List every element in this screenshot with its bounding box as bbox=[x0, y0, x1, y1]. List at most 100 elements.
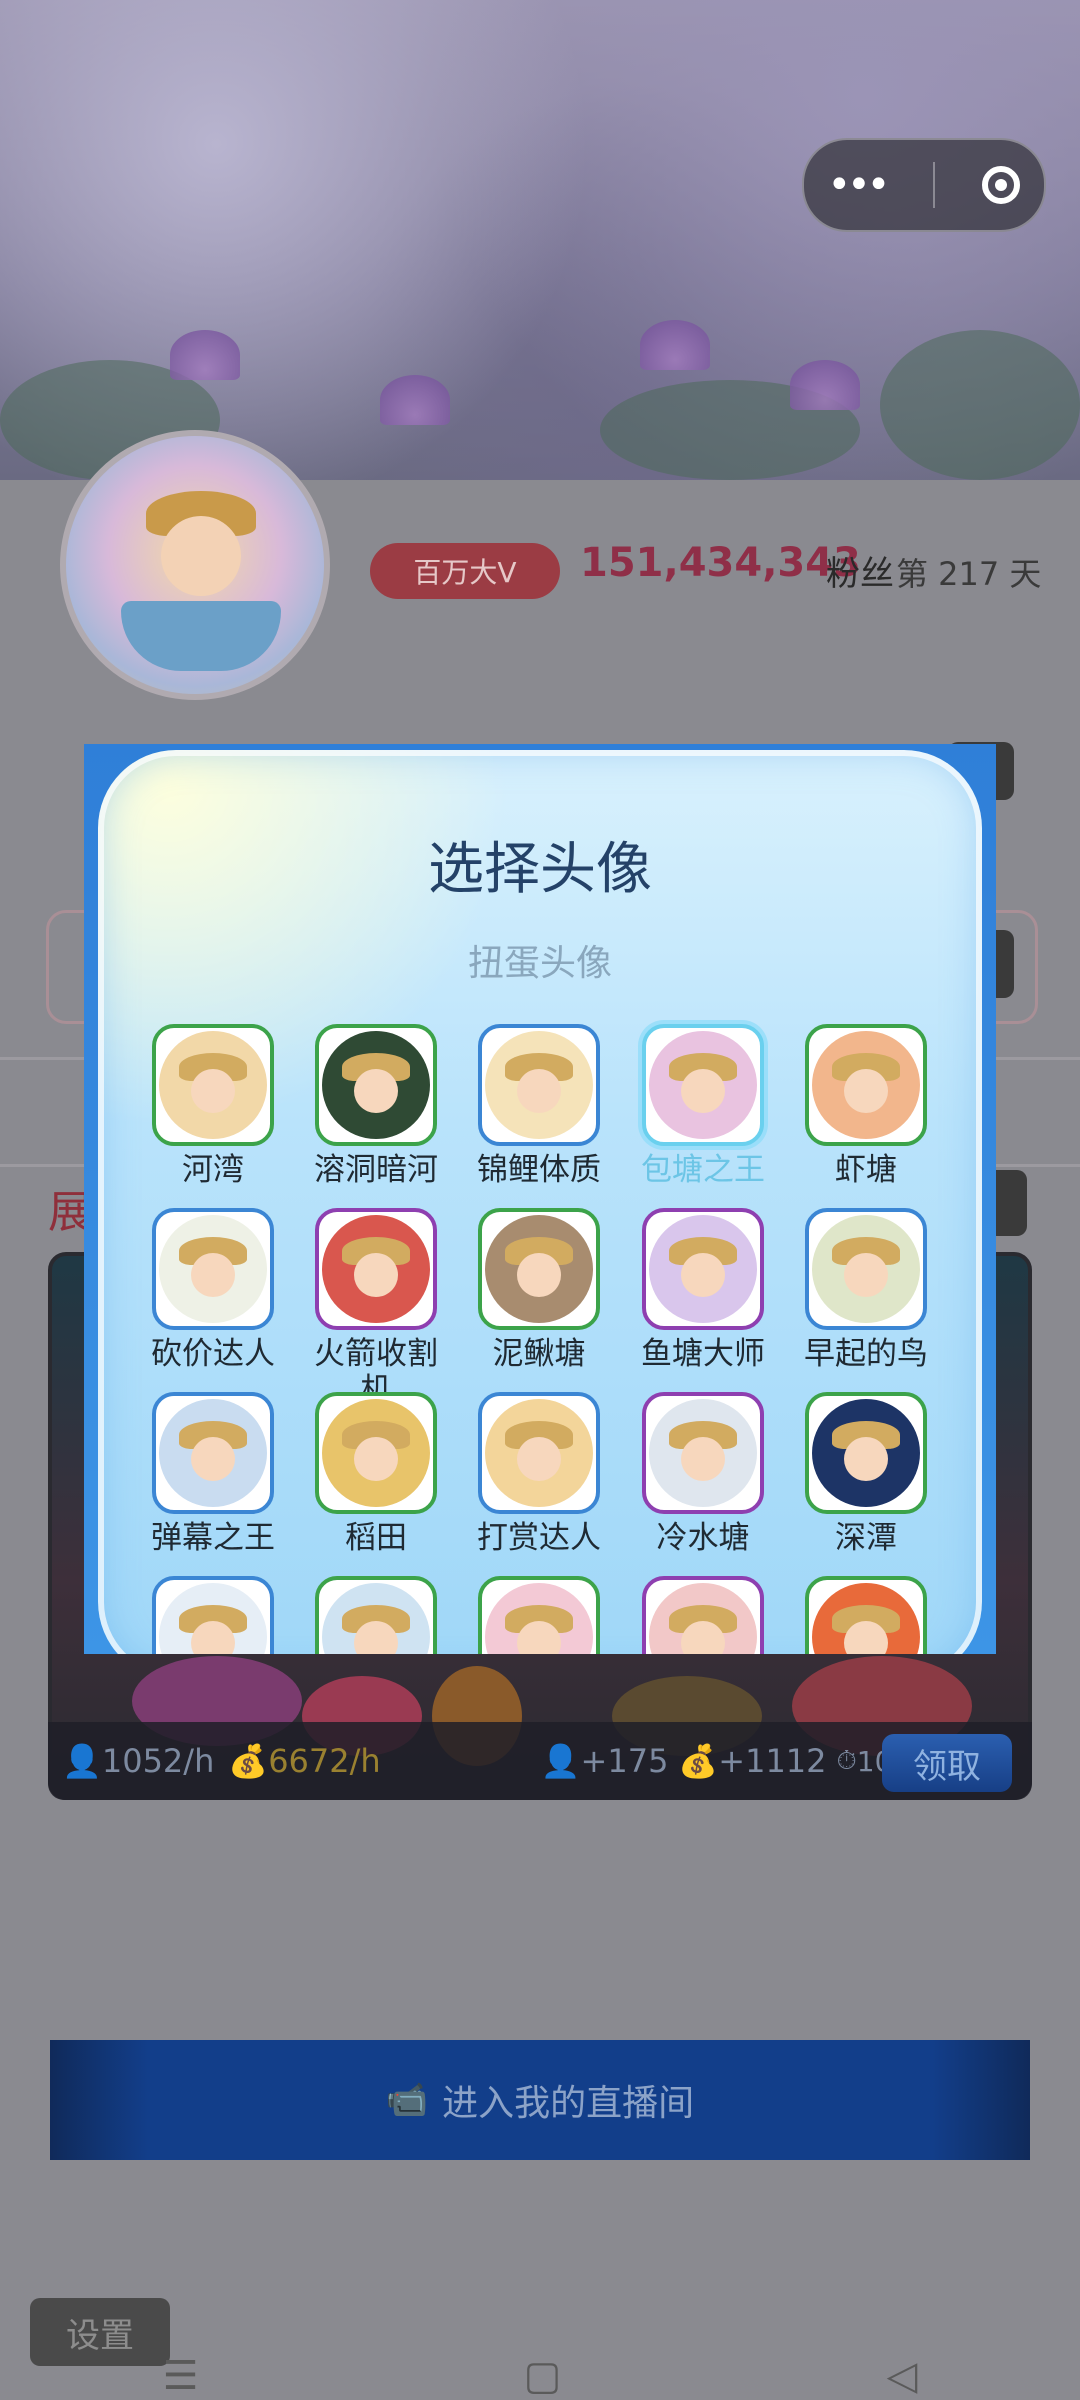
avatar-image bbox=[322, 1031, 430, 1139]
visitors-rate: 1052/h bbox=[101, 1742, 215, 1780]
avatar-option[interactable] bbox=[148, 1576, 278, 1654]
avatar-face bbox=[681, 1253, 725, 1297]
live-room-label: 进入我的直播间 bbox=[442, 2083, 695, 2124]
days-counter: 第 217 天 bbox=[896, 555, 1042, 593]
timer-icon: ⏱ bbox=[836, 1745, 857, 1776]
avatar-option[interactable]: 深潭 bbox=[801, 1392, 931, 1556]
avatar-option[interactable]: 虾塘 bbox=[801, 1024, 931, 1188]
close-target-icon[interactable] bbox=[982, 166, 1021, 204]
avatar-option-name: 包塘之王 bbox=[641, 1152, 765, 1188]
avatar-frame bbox=[315, 1208, 437, 1330]
avatar-face bbox=[354, 1437, 398, 1481]
avatar-option[interactable]: 包塘之王 bbox=[638, 1024, 768, 1188]
avatar-option[interactable]: 锦鲤体质 bbox=[474, 1024, 604, 1188]
lotus-flower bbox=[640, 320, 710, 370]
avatar-face bbox=[517, 1437, 561, 1481]
avatar-option[interactable] bbox=[311, 1576, 441, 1654]
avatar-option[interactable]: 早起的鸟 bbox=[801, 1208, 931, 1372]
avatar-option[interactable]: 打赏达人 bbox=[474, 1392, 604, 1556]
avatar-option-name: 溶洞暗河 bbox=[314, 1152, 438, 1188]
avatar-option[interactable]: 弹幕之王 bbox=[148, 1392, 278, 1556]
lotus-flower bbox=[170, 330, 240, 380]
avatar-face bbox=[191, 1253, 235, 1297]
modal-title: 选择头像 bbox=[428, 837, 652, 902]
avatar-face bbox=[191, 1069, 235, 1113]
avatar-frame bbox=[315, 1024, 437, 1146]
avatar-option[interactable]: 砍价达人 bbox=[148, 1208, 278, 1372]
capsule-divider bbox=[933, 162, 936, 208]
avatar-image bbox=[485, 1583, 593, 1654]
avatar-option-name: 冷水塘 bbox=[656, 1520, 750, 1556]
avatar-image bbox=[322, 1215, 430, 1323]
home-icon[interactable]: ▢ bbox=[524, 2353, 562, 2399]
enter-live-room-button[interactable]: 📹 进入我的直播间 bbox=[50, 2040, 1030, 2160]
avatar-image bbox=[812, 1215, 920, 1323]
avatar-image bbox=[159, 1583, 267, 1654]
avatar-image bbox=[485, 1399, 593, 1507]
avatar-frame bbox=[642, 1024, 764, 1146]
miniprogram-capsule: ••• bbox=[802, 138, 1046, 232]
avatar-face bbox=[161, 516, 241, 596]
avatar-frame bbox=[642, 1576, 764, 1654]
coin-bag-icon: 💰 bbox=[228, 1742, 269, 1780]
avatar-image bbox=[649, 1031, 757, 1139]
avatar-frame bbox=[805, 1576, 927, 1654]
avatar-image bbox=[649, 1399, 757, 1507]
avatar-face bbox=[844, 1069, 888, 1113]
avatar-frame bbox=[642, 1208, 764, 1330]
avatar-option-name: 锦鲤体质 bbox=[477, 1152, 601, 1188]
avatar-frame bbox=[805, 1024, 927, 1146]
avatar-option-name: 早起的鸟 bbox=[804, 1336, 928, 1372]
avatar-frame bbox=[152, 1392, 274, 1514]
avatar-option-name: 虾塘 bbox=[835, 1152, 897, 1188]
back-icon[interactable]: ◁ bbox=[887, 2353, 918, 2399]
avatar-face bbox=[681, 1069, 725, 1113]
avatar-option-name: 打赏达人 bbox=[477, 1520, 601, 1556]
avatar-option-name: 深潭 bbox=[835, 1520, 897, 1556]
avatar-option[interactable] bbox=[474, 1576, 604, 1654]
avatar-image bbox=[649, 1583, 757, 1654]
vip-badge: 百万大V bbox=[370, 543, 560, 599]
lotus-leaf bbox=[880, 330, 1080, 480]
avatar-option[interactable]: 冷水塘 bbox=[638, 1392, 768, 1556]
hero-banner bbox=[0, 0, 1080, 480]
menu-icon[interactable]: ☰ bbox=[163, 2353, 199, 2399]
fans-label: 粉丝 bbox=[826, 554, 894, 594]
modal-subtitle: 扭蛋头像 bbox=[467, 943, 612, 984]
lotus-flower bbox=[380, 375, 450, 425]
avatar-face bbox=[354, 1069, 398, 1113]
avatar-option[interactable]: 泥鳅塘 bbox=[474, 1208, 604, 1372]
avatar-image bbox=[159, 1215, 267, 1323]
avatar-option[interactable]: 鱼塘大师 bbox=[638, 1208, 768, 1372]
avatar-frame bbox=[152, 1024, 274, 1146]
more-icon[interactable]: ••• bbox=[828, 162, 891, 208]
avatar-frame bbox=[478, 1208, 600, 1330]
avatar-option[interactable] bbox=[801, 1576, 931, 1654]
avatar-option-name: 砍价达人 bbox=[151, 1336, 275, 1372]
avatar-image bbox=[159, 1399, 267, 1507]
people-icon: 👤 bbox=[62, 1742, 102, 1780]
visitors-gain: +175 bbox=[580, 1742, 669, 1780]
avatar-picker-modal: 选择头像 扭蛋头像 河湾 溶洞暗河 锦鲤体质 包塘之王 虾塘砍价达人 火箭收割机泥鳅塘 鱼塘… bbox=[84, 744, 996, 1654]
avatar-face bbox=[517, 1253, 561, 1297]
avatar-image bbox=[812, 1399, 920, 1507]
avatar-option-name: 泥鳅塘 bbox=[492, 1336, 586, 1372]
avatar-image bbox=[649, 1215, 757, 1323]
avatar-frame bbox=[805, 1392, 927, 1514]
avatar-face bbox=[844, 1437, 888, 1481]
avatar-option[interactable]: 溶洞暗河 bbox=[311, 1024, 441, 1188]
avatar-frame bbox=[478, 1024, 600, 1146]
avatar-option[interactable] bbox=[638, 1576, 768, 1654]
avatar-face bbox=[354, 1253, 398, 1297]
claim-button[interactable]: 领取 bbox=[882, 1734, 1012, 1792]
coin-bag-icon: 💰 bbox=[678, 1742, 719, 1780]
camera-icon: 📹 bbox=[385, 2080, 429, 2120]
avatar-option[interactable]: 河湾 bbox=[148, 1024, 278, 1188]
avatar-option-name: 河湾 bbox=[182, 1152, 244, 1188]
profile-avatar[interactable] bbox=[60, 430, 330, 700]
avatar-option-name: 鱼塘大师 bbox=[641, 1336, 765, 1372]
avatar-image bbox=[812, 1031, 920, 1139]
avatar-option[interactable]: 火箭收割机 bbox=[311, 1208, 441, 1408]
avatar-image bbox=[159, 1031, 267, 1139]
avatar-option[interactable]: 稻田 bbox=[311, 1392, 441, 1556]
